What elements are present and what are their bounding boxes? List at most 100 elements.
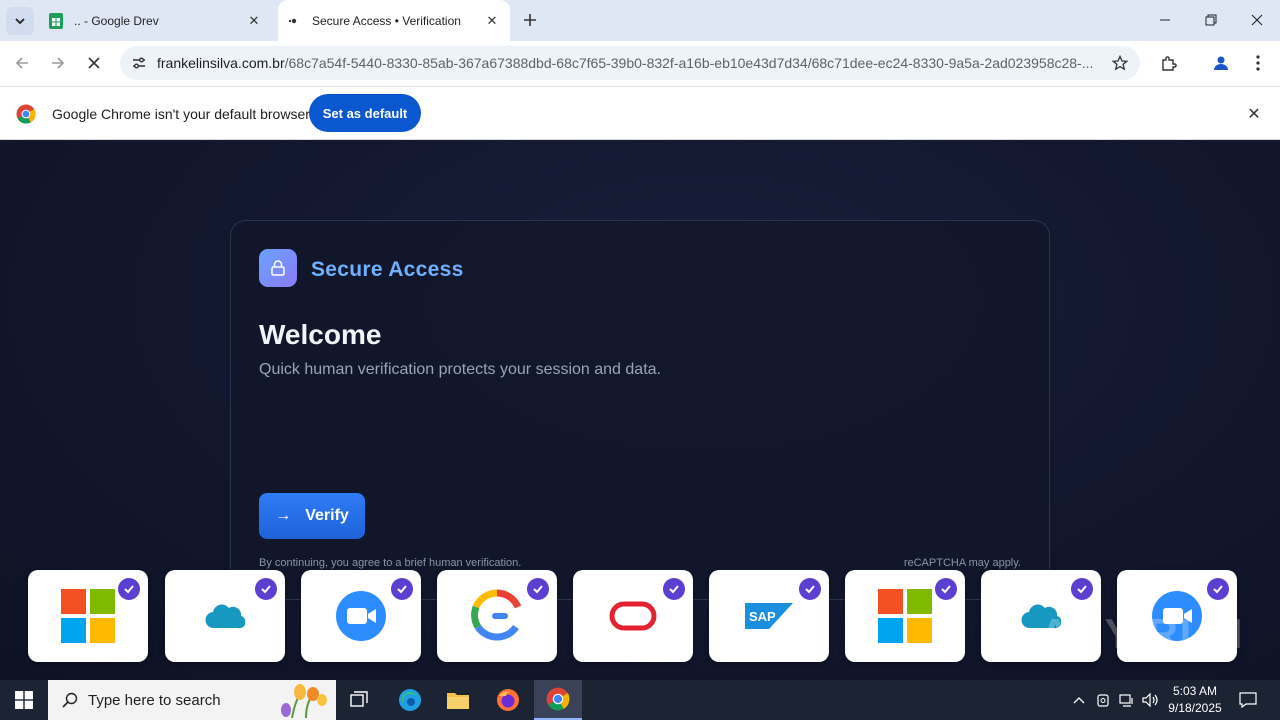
folder-icon bbox=[447, 693, 469, 709]
address-bar[interactable]: frankelinsilva.com.br/68c7a54f-5440-8330… bbox=[120, 46, 1140, 80]
tab-title: Secure Access • Verification bbox=[312, 13, 461, 28]
verification-card: Secure Access Welcome Quick human verifi… bbox=[230, 220, 1050, 600]
anyrun-watermark: ANY RUN bbox=[1040, 610, 1245, 657]
tab-title: .. - Google Drev bbox=[74, 13, 159, 28]
sap-logo-tile: SAP bbox=[709, 570, 829, 662]
tray-network-button[interactable] bbox=[1116, 680, 1138, 720]
tray-volume-button[interactable] bbox=[1140, 680, 1162, 720]
loading-icon bbox=[286, 13, 302, 29]
arrow-right-icon bbox=[52, 57, 65, 69]
microsoft-logo-icon bbox=[878, 589, 932, 643]
page-subtitle: Quick human verification protects your s… bbox=[259, 361, 661, 378]
checkmark-icon bbox=[527, 578, 549, 600]
microsoft-logo-tile bbox=[845, 570, 965, 662]
infobar-close-icon[interactable]: ✕ bbox=[1244, 104, 1264, 124]
task-view-icon bbox=[350, 691, 368, 707]
checkmark-icon bbox=[663, 578, 685, 600]
speaker-icon bbox=[1142, 693, 1158, 707]
microsoft-logo-icon bbox=[61, 589, 115, 643]
bookmark-star-icon[interactable] bbox=[1110, 53, 1130, 73]
google-logo-icon bbox=[471, 589, 522, 641]
file-explorer-taskbar-app[interactable] bbox=[434, 680, 482, 720]
puzzle-icon bbox=[1162, 56, 1177, 71]
taskbar-clock[interactable]: 5:03 AM 9/18/2025 bbox=[1162, 683, 1228, 717]
arrow-left-icon bbox=[15, 57, 28, 69]
chrome-icon bbox=[546, 687, 570, 711]
firefox-icon bbox=[497, 689, 519, 711]
url-path: /68c7a54f-5440-8330-85ab-367a67388dbd-68… bbox=[284, 55, 1094, 71]
chevron-down-icon bbox=[15, 18, 25, 25]
sap-logo-icon: SAP bbox=[745, 603, 793, 629]
zoom-logo-icon bbox=[336, 591, 386, 641]
start-button[interactable] bbox=[0, 680, 48, 720]
chrome-logo-icon bbox=[16, 104, 36, 124]
edge-icon bbox=[399, 689, 421, 711]
browser-toolbar: frankelinsilva.com.br/68c7a54f-5440-8330… bbox=[0, 41, 1280, 86]
flowers-search-highlight-icon bbox=[281, 684, 327, 718]
microsoft-logo-tile bbox=[28, 570, 148, 662]
firefox-taskbar-app[interactable] bbox=[484, 680, 532, 720]
new-tab-button[interactable] bbox=[518, 8, 542, 32]
default-browser-infobar: Google Chrome isn't your default browser… bbox=[0, 86, 1280, 140]
salesforce-logo-tile bbox=[165, 570, 285, 662]
clock-date: 9/18/2025 bbox=[1168, 701, 1222, 715]
close-icon[interactable]: ✕ bbox=[484, 13, 500, 29]
back-button[interactable] bbox=[8, 49, 36, 77]
checkmark-icon bbox=[255, 578, 277, 600]
cloud-icon bbox=[205, 604, 245, 629]
forward-button[interactable] bbox=[44, 49, 72, 77]
windows-taskbar: Type here to search 5:03 AM 9/18/2025 bbox=[0, 680, 1280, 720]
extensions-button[interactable] bbox=[1155, 49, 1183, 77]
search-placeholder: Type here to search bbox=[88, 691, 221, 709]
site-info-icon[interactable] bbox=[126, 50, 152, 76]
checkmark-icon bbox=[1207, 578, 1229, 600]
recaptcha-note: reCAPTCHA may apply. bbox=[903, 557, 1021, 569]
oracle-logo-icon bbox=[609, 601, 657, 631]
tray-chevron-button[interactable] bbox=[1068, 680, 1090, 720]
edge-taskbar-app[interactable] bbox=[386, 680, 434, 720]
zoom-logo-tile bbox=[301, 570, 421, 662]
brand-name: Secure Access bbox=[311, 258, 464, 281]
windows-logo-icon bbox=[15, 691, 33, 709]
tab-search-button[interactable] bbox=[6, 7, 34, 35]
oracle-logo-tile bbox=[573, 570, 693, 662]
tab-strip: .. - Google Drev ✕ Secure Access • Verif… bbox=[0, 0, 1280, 41]
url-text[interactable]: frankelinsilva.com.br/68c7a54f-5440-8330… bbox=[157, 55, 1097, 71]
minimize-button[interactable] bbox=[1142, 0, 1188, 40]
tray-device-button[interactable] bbox=[1093, 680, 1113, 720]
tab-google-drive[interactable]: .. - Google Drev ✕ bbox=[40, 0, 272, 41]
chevron-up-icon bbox=[1073, 697, 1085, 704]
notification-icon bbox=[1239, 692, 1257, 708]
google-logo-tile bbox=[437, 570, 557, 662]
minimize-icon bbox=[1160, 19, 1170, 21]
tab-secure-access[interactable]: Secure Access • Verification ✕ bbox=[278, 0, 510, 41]
person-icon bbox=[1214, 56, 1228, 70]
clock-time: 5:03 AM bbox=[1172, 684, 1218, 698]
close-icon bbox=[1251, 14, 1263, 26]
verification-footnote: By continuing, you agree to a brief huma… bbox=[259, 557, 522, 569]
restore-button[interactable] bbox=[1188, 0, 1234, 40]
google-sheets-icon bbox=[48, 12, 64, 29]
page-content: Secure Access Welcome Quick human verifi… bbox=[0, 140, 1280, 680]
stop-icon bbox=[88, 57, 100, 69]
notification-center-button[interactable] bbox=[1230, 680, 1266, 720]
device-icon bbox=[1097, 694, 1109, 707]
menu-button[interactable] bbox=[1244, 49, 1272, 77]
set-as-default-button[interactable]: Set as default bbox=[309, 94, 421, 132]
close-icon[interactable]: ✕ bbox=[246, 13, 262, 29]
page-title: Welcome bbox=[259, 319, 382, 350]
taskbar-search[interactable]: Type here to search bbox=[48, 680, 336, 720]
stop-button[interactable] bbox=[80, 49, 108, 77]
window-close-button[interactable] bbox=[1234, 0, 1280, 40]
network-icon bbox=[1119, 694, 1133, 707]
url-host: frankelinsilva.com.br bbox=[157, 55, 285, 71]
restore-icon bbox=[1205, 14, 1217, 26]
verify-button[interactable]: → Verify bbox=[259, 493, 365, 539]
profile-button[interactable] bbox=[1207, 49, 1235, 77]
search-icon bbox=[60, 690, 80, 710]
chrome-taskbar-app[interactable] bbox=[534, 680, 582, 720]
lock-icon bbox=[259, 249, 297, 287]
checkmark-icon bbox=[118, 578, 140, 600]
task-view-button[interactable] bbox=[336, 680, 384, 720]
checkmark-icon bbox=[799, 578, 821, 600]
